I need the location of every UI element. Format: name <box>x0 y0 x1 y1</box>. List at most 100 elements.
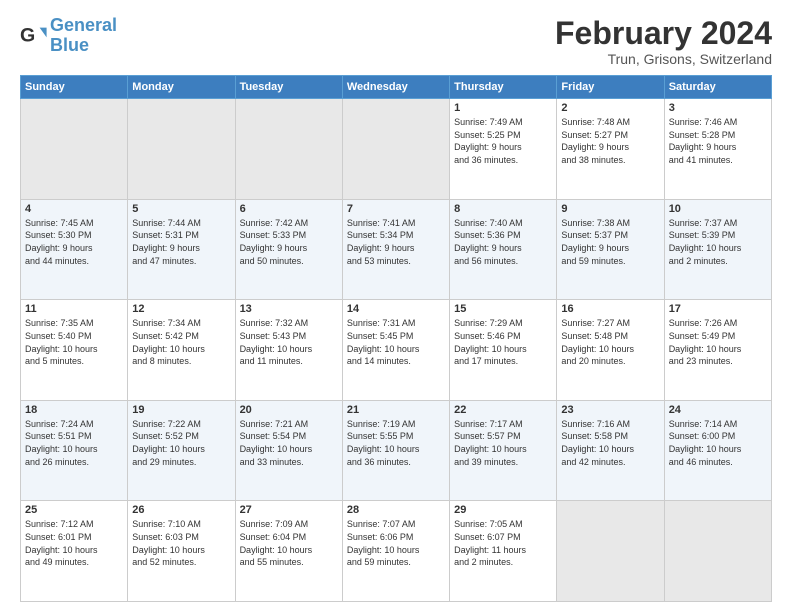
day-info: Sunrise: 7:45 AM Sunset: 5:30 PM Dayligh… <box>25 217 123 267</box>
week-row-3: 11 Sunrise: 7:35 AM Sunset: 5:40 PM Dayli… <box>21 300 772 401</box>
calendar-cell: 10Sunrise: 7:37 AM Sunset: 5:39 PM Dayli… <box>664 199 771 300</box>
day-info: Sunrise: 7:07 AM Sunset: 6:06 PM Dayligh… <box>347 518 445 568</box>
calendar-cell: 29Sunrise: 7:05 AM Sunset: 6:07 PM Dayli… <box>450 501 557 602</box>
calendar-cell <box>557 501 664 602</box>
day-number: 1 <box>454 102 552 114</box>
day-info: Sunrise: 7:32 AM Sunset: 5:43 PM Dayligh… <box>240 317 338 367</box>
calendar-cell: 8Sunrise: 7:40 AM Sunset: 5:36 PM Daylig… <box>450 199 557 300</box>
day-number: 7 <box>347 203 445 215</box>
calendar-cell: 26 Sunrise: 7:10 AM Sunset: 6:03 PM Dayli… <box>128 501 235 602</box>
day-info: Sunrise: 7:14 AM Sunset: 6:00 PM Dayligh… <box>669 418 767 468</box>
day-number: 11 <box>25 303 123 315</box>
calendar-cell <box>235 99 342 200</box>
calendar-cell: 1 Sunrise: 7:49 AM Sunset: 5:25 PM Daylig… <box>450 99 557 200</box>
logo-text: General Blue <box>50 16 117 56</box>
calendar-cell: 28 Sunrise: 7:07 AM Sunset: 6:06 PM Dayli… <box>342 501 449 602</box>
day-number: 18 <box>25 404 123 416</box>
page: G General Blue February 2024 Trun, Griso… <box>0 0 792 612</box>
calendar-cell: 12 Sunrise: 7:34 AM Sunset: 5:42 PM Dayli… <box>128 300 235 401</box>
day-info: Sunrise: 7:09 AM Sunset: 6:04 PM Dayligh… <box>240 518 338 568</box>
calendar-table: SundayMondayTuesdayWednesdayThursdayFrid… <box>20 75 772 602</box>
day-info: Sunrise: 7:44 AM Sunset: 5:31 PM Dayligh… <box>132 217 230 267</box>
weekday-sunday: Sunday <box>21 76 128 99</box>
day-number: 28 <box>347 504 445 516</box>
weekday-saturday: Saturday <box>664 76 771 99</box>
day-number: 27 <box>240 504 338 516</box>
weekday-thursday: Thursday <box>450 76 557 99</box>
calendar-cell: 5 Sunrise: 7:44 AM Sunset: 5:31 PM Daylig… <box>128 199 235 300</box>
day-number: 25 <box>25 504 123 516</box>
calendar-cell: 20 Sunrise: 7:21 AM Sunset: 5:54 PM Dayli… <box>235 400 342 501</box>
day-number: 19 <box>132 404 230 416</box>
day-info: Sunrise: 7:26 AM Sunset: 5:49 PM Dayligh… <box>669 317 767 367</box>
day-info: Sunrise: 7:34 AM Sunset: 5:42 PM Dayligh… <box>132 317 230 367</box>
week-row-4: 18 Sunrise: 7:24 AM Sunset: 5:51 PM Dayli… <box>21 400 772 501</box>
calendar-cell: 11 Sunrise: 7:35 AM Sunset: 5:40 PM Dayli… <box>21 300 128 401</box>
day-number: 17 <box>669 303 767 315</box>
day-info: Sunrise: 7:31 AM Sunset: 5:45 PM Dayligh… <box>347 317 445 367</box>
calendar-cell: 14Sunrise: 7:31 AM Sunset: 5:45 PM Dayli… <box>342 300 449 401</box>
week-row-1: 1 Sunrise: 7:49 AM Sunset: 5:25 PM Daylig… <box>21 99 772 200</box>
title-block: February 2024 Trun, Grisons, Switzerland <box>555 16 772 67</box>
calendar-cell: 6 Sunrise: 7:42 AM Sunset: 5:33 PM Daylig… <box>235 199 342 300</box>
day-info: Sunrise: 7:10 AM Sunset: 6:03 PM Dayligh… <box>132 518 230 568</box>
weekday-wednesday: Wednesday <box>342 76 449 99</box>
weekday-tuesday: Tuesday <box>235 76 342 99</box>
day-info: Sunrise: 7:16 AM Sunset: 5:58 PM Dayligh… <box>561 418 659 468</box>
calendar-cell: 25 Sunrise: 7:12 AM Sunset: 6:01 PM Dayli… <box>21 501 128 602</box>
day-number: 2 <box>561 102 659 114</box>
day-info: Sunrise: 7:29 AM Sunset: 5:46 PM Dayligh… <box>454 317 552 367</box>
day-number: 16 <box>561 303 659 315</box>
calendar-cell <box>128 99 235 200</box>
calendar-cell: 18 Sunrise: 7:24 AM Sunset: 5:51 PM Dayli… <box>21 400 128 501</box>
calendar-cell: 15Sunrise: 7:29 AM Sunset: 5:46 PM Dayli… <box>450 300 557 401</box>
location: Trun, Grisons, Switzerland <box>555 51 772 67</box>
day-number: 9 <box>561 203 659 215</box>
calendar-cell <box>342 99 449 200</box>
day-info: Sunrise: 7:27 AM Sunset: 5:48 PM Dayligh… <box>561 317 659 367</box>
day-info: Sunrise: 7:42 AM Sunset: 5:33 PM Dayligh… <box>240 217 338 267</box>
svg-text:G: G <box>20 24 35 46</box>
header: G General Blue February 2024 Trun, Griso… <box>20 16 772 67</box>
week-row-5: 25 Sunrise: 7:12 AM Sunset: 6:01 PM Dayli… <box>21 501 772 602</box>
day-info: Sunrise: 7:21 AM Sunset: 5:54 PM Dayligh… <box>240 418 338 468</box>
calendar-cell: 21Sunrise: 7:19 AM Sunset: 5:55 PM Dayli… <box>342 400 449 501</box>
calendar-cell: 3Sunrise: 7:46 AM Sunset: 5:28 PM Daylig… <box>664 99 771 200</box>
calendar-cell: 16 Sunrise: 7:27 AM Sunset: 5:48 PM Dayli… <box>557 300 664 401</box>
day-info: Sunrise: 7:05 AM Sunset: 6:07 PM Dayligh… <box>454 518 552 568</box>
day-number: 4 <box>25 203 123 215</box>
calendar-cell: 27 Sunrise: 7:09 AM Sunset: 6:04 PM Dayli… <box>235 501 342 602</box>
calendar-cell: 7 Sunrise: 7:41 AM Sunset: 5:34 PM Daylig… <box>342 199 449 300</box>
day-number: 3 <box>669 102 767 114</box>
day-number: 6 <box>240 203 338 215</box>
day-info: Sunrise: 7:24 AM Sunset: 5:51 PM Dayligh… <box>25 418 123 468</box>
day-number: 20 <box>240 404 338 416</box>
day-info: Sunrise: 7:17 AM Sunset: 5:57 PM Dayligh… <box>454 418 552 468</box>
day-number: 23 <box>561 404 659 416</box>
day-info: Sunrise: 7:38 AM Sunset: 5:37 PM Dayligh… <box>561 217 659 267</box>
month-title: February 2024 <box>555 16 772 51</box>
day-number: 12 <box>132 303 230 315</box>
weekday-monday: Monday <box>128 76 235 99</box>
calendar-cell: 9 Sunrise: 7:38 AM Sunset: 5:37 PM Daylig… <box>557 199 664 300</box>
day-number: 22 <box>454 404 552 416</box>
day-number: 13 <box>240 303 338 315</box>
calendar-cell <box>21 99 128 200</box>
day-info: Sunrise: 7:12 AM Sunset: 6:01 PM Dayligh… <box>25 518 123 568</box>
day-number: 5 <box>132 203 230 215</box>
calendar-cell: 19 Sunrise: 7:22 AM Sunset: 5:52 PM Dayli… <box>128 400 235 501</box>
day-info: Sunrise: 7:35 AM Sunset: 5:40 PM Dayligh… <box>25 317 123 367</box>
day-info: Sunrise: 7:41 AM Sunset: 5:34 PM Dayligh… <box>347 217 445 267</box>
calendar-cell: 24Sunrise: 7:14 AM Sunset: 6:00 PM Dayli… <box>664 400 771 501</box>
day-info: Sunrise: 7:49 AM Sunset: 5:25 PM Dayligh… <box>454 116 552 166</box>
day-info: Sunrise: 7:37 AM Sunset: 5:39 PM Dayligh… <box>669 217 767 267</box>
calendar-cell: 17 Sunrise: 7:26 AM Sunset: 5:49 PM Dayli… <box>664 300 771 401</box>
calendar-cell: 22 Sunrise: 7:17 AM Sunset: 5:57 PM Dayli… <box>450 400 557 501</box>
day-number: 26 <box>132 504 230 516</box>
day-info: Sunrise: 7:22 AM Sunset: 5:52 PM Dayligh… <box>132 418 230 468</box>
calendar-cell: 23 Sunrise: 7:16 AM Sunset: 5:58 PM Dayli… <box>557 400 664 501</box>
week-row-2: 4 Sunrise: 7:45 AM Sunset: 5:30 PM Daylig… <box>21 199 772 300</box>
day-info: Sunrise: 7:40 AM Sunset: 5:36 PM Dayligh… <box>454 217 552 267</box>
day-number: 21 <box>347 404 445 416</box>
logo-icon: G <box>20 22 48 50</box>
